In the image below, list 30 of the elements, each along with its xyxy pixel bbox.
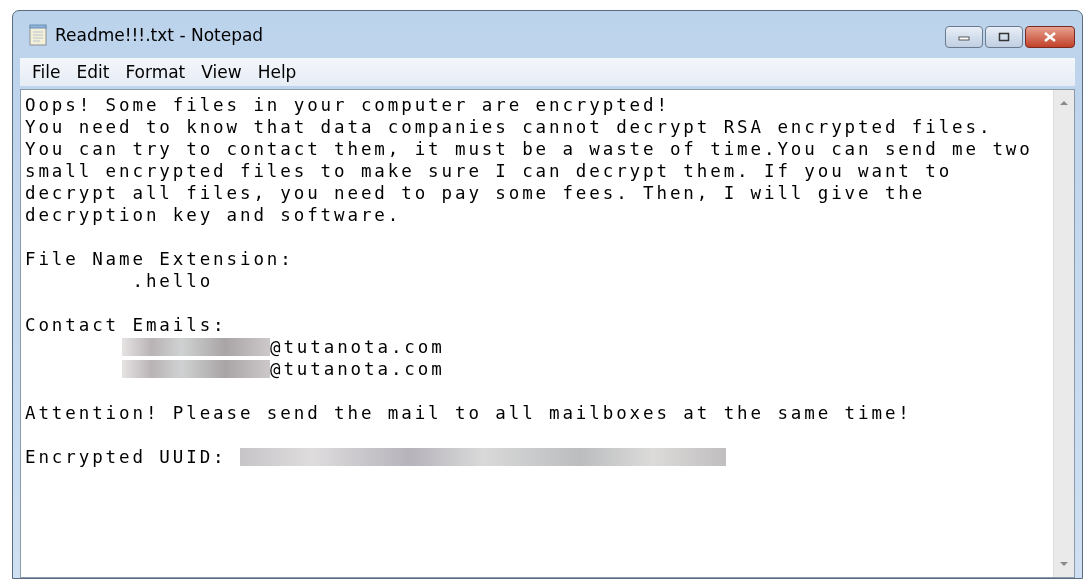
text-line: You can try to contact them, it must be a waste of time.You can send me two [25, 138, 1033, 160]
text-line: Encrypted UUID: [25, 446, 228, 468]
menu-item[interactable]: File [24, 62, 69, 82]
close-button[interactable] [1025, 26, 1075, 48]
text-line: decryption key and software. [25, 204, 402, 226]
text-line: @tutanota.com [270, 336, 445, 358]
menu-item[interactable]: Edit [68, 62, 118, 82]
menu-item[interactable]: Help [249, 62, 305, 82]
text-line: Attention! Please send the mail to all mailboxes at the same time! [25, 402, 912, 424]
menu-item[interactable]: View [193, 62, 250, 82]
text-line: .hello [131, 270, 214, 292]
scroll-down-icon[interactable] [1059, 561, 1069, 567]
window-title: Readme!!!.txt - Notepad [55, 24, 264, 45]
notepad-icon [29, 23, 47, 46]
minimize-button[interactable] [945, 26, 983, 48]
text-line: You need to know that data companies cannot decrypt RSA encrypted files. [25, 116, 993, 138]
minimize-icon [958, 33, 970, 41]
text-line: File Name Extension: [25, 248, 294, 270]
text-line: Contact Emails: [25, 314, 227, 336]
text-area[interactable] [20, 89, 1075, 578]
text-line: Oops! Some files in your computer are encrypted! [25, 94, 670, 116]
vertical-scrollbar[interactable] [1053, 90, 1074, 577]
scroll-up-icon[interactable] [1059, 100, 1069, 106]
text-line: small encrypted files to make sure I can decrypt them. If you want to [25, 160, 953, 182]
maximize-button[interactable] [985, 26, 1023, 48]
text-line: @tutanota.com [270, 358, 445, 380]
maximize-icon [998, 32, 1010, 42]
text-line: decrypt all files, you need to pay some fees. Then, I will give the [25, 182, 926, 204]
menu-item[interactable]: Format [117, 62, 194, 82]
close-icon [1043, 32, 1057, 42]
